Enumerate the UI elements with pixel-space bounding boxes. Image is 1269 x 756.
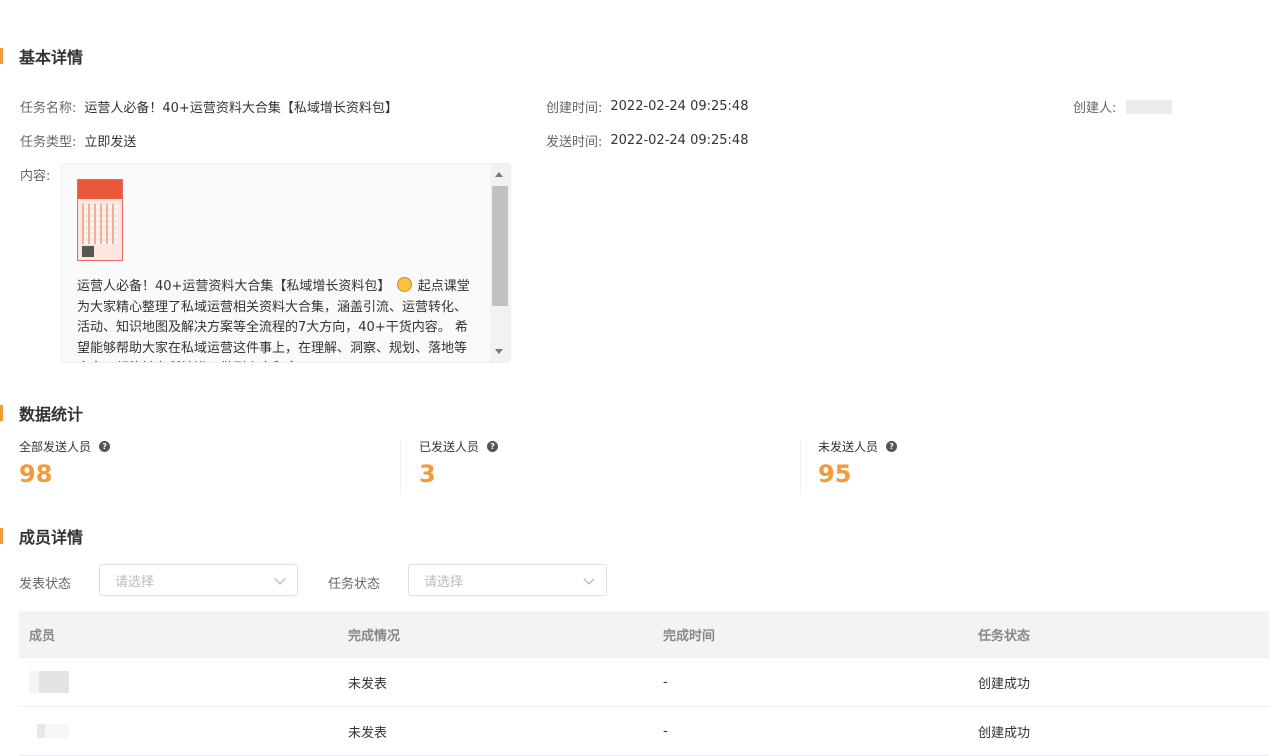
creator-avatar-blur <box>1126 99 1173 114</box>
stat-label-text: 未发送人员 <box>818 440 879 454</box>
stat-value: 95 <box>818 460 852 488</box>
column-header-member: 成员 <box>29 628 56 644</box>
content-inner: 运营人必备！40+运营资料大合集【私域增长资料包】 起点课堂为大家精心整理了私域… <box>77 179 477 362</box>
scroll-up-arrow-icon[interactable] <box>495 172 503 177</box>
created-time-value: 2022-02-24 09:25:48 <box>610 99 749 114</box>
basic-info-section-title: 基本详情 <box>0 46 84 67</box>
section-title-text: 成员详情 <box>19 528 84 547</box>
stat-unsent-recipients: 未发送人员 ? 95 <box>818 438 898 496</box>
time-cell: - <box>663 674 668 690</box>
task-status-select[interactable]: 请选择 <box>408 564 607 596</box>
column-header-status: 任务状态 <box>978 628 1031 644</box>
section-title-text: 基本详情 <box>19 48 84 67</box>
task-name-value: 运营人必备！40+运营资料大合集【私域增长资料包】 <box>84 101 398 116</box>
column-header-completion: 完成情况 <box>348 628 401 644</box>
creator-label: 创建人: <box>1073 101 1117 116</box>
stat-divider <box>400 440 401 494</box>
stat-label: 全部发送人员 ? <box>19 438 111 455</box>
table-row[interactable]: 未发表 - 创建成功 <box>19 707 1269 756</box>
publish-status-select[interactable]: 请选择 <box>99 564 298 596</box>
members-section-title: 成员详情 <box>0 526 84 547</box>
content-field: 内容: <box>20 165 50 184</box>
member-cell <box>19 671 338 693</box>
send-time-field: 发送时间: 2022-02-24 09:25:48 <box>546 131 748 150</box>
select-placeholder: 请选择 <box>424 574 464 590</box>
member-cell <box>19 724 338 738</box>
creator-field: 创建人: <box>1073 97 1173 116</box>
completion-cell: 未发表 <box>348 725 388 741</box>
stat-label: 未发送人员 ? <box>818 438 898 455</box>
stat-label: 已发送人员 ? <box>419 438 499 455</box>
scrollbar-thumb[interactable] <box>492 186 508 306</box>
help-icon[interactable]: ? <box>487 441 499 452</box>
task-name-field: 任务名称: 运营人必备！40+运营资料大合集【私域增长资料包】 <box>20 97 398 116</box>
task-name-label: 任务名称: <box>20 101 77 116</box>
send-time-label: 发送时间: <box>546 135 603 150</box>
table-row[interactable]: 未发表 - 创建成功 <box>19 658 1269 707</box>
member-avatar-blur <box>29 724 69 738</box>
content-label: 内容: <box>20 169 51 184</box>
smile-emoji-icon <box>396 277 412 292</box>
publish-status-filter-label: 发表状态 <box>19 577 72 592</box>
content-text-line1: 运营人必备！40+运营资料大合集【私域增长资料包】 <box>77 279 391 294</box>
table-header: 成员 完成情况 完成时间 任务状态 <box>19 611 1269 658</box>
column-header-time: 完成时间 <box>663 628 716 644</box>
members-table: 成员 完成情况 完成时间 任务状态 未发表 - 创建成功 未发表 - 创建成功 <box>19 611 1269 756</box>
completion-cell: 未发表 <box>348 676 388 692</box>
content-scrollbar[interactable] <box>490 164 510 362</box>
stat-value: 3 <box>419 460 436 488</box>
section-title-text: 数据统计 <box>19 405 84 424</box>
scroll-down-arrow-icon[interactable] <box>495 349 503 354</box>
stats-section-title: 数据统计 <box>0 403 84 424</box>
task-type-value: 立即发送 <box>84 135 137 150</box>
created-time-label: 创建时间: <box>546 101 603 116</box>
content-preview-box[interactable]: 运营人必备！40+运营资料大合集【私域增长资料包】 起点课堂为大家精心整理了私域… <box>61 163 511 363</box>
stat-value: 98 <box>19 460 53 488</box>
section-accent-bar <box>0 405 3 421</box>
stat-sent-recipients: 已发送人员 ? 3 <box>419 438 499 496</box>
time-cell: - <box>663 723 668 739</box>
section-accent-bar <box>0 528 3 544</box>
task-type-label: 任务类型: <box>20 135 77 150</box>
poster-pattern <box>82 204 118 244</box>
stat-label-text: 已发送人员 <box>419 440 480 454</box>
task-status-filter-label: 任务状态 <box>328 577 381 592</box>
help-icon[interactable]: ? <box>886 441 898 452</box>
status-cell: 创建成功 <box>978 676 1031 692</box>
status-cell: 创建成功 <box>978 725 1031 741</box>
chevron-down-icon <box>274 573 286 585</box>
stat-label-text: 全部发送人员 <box>19 440 92 454</box>
poster-qr-code <box>82 246 94 257</box>
stat-divider <box>800 440 801 494</box>
content-poster-image[interactable] <box>77 179 123 261</box>
task-type-field: 任务类型: 立即发送 <box>20 131 136 150</box>
stat-all-recipients: 全部发送人员 ? 98 <box>19 438 111 496</box>
select-placeholder: 请选择 <box>115 574 155 590</box>
chevron-down-icon <box>583 573 595 585</box>
help-icon[interactable]: ? <box>99 441 111 452</box>
member-avatar-blur <box>29 671 69 693</box>
created-time-field: 创建时间: 2022-02-24 09:25:48 <box>546 97 748 116</box>
section-accent-bar <box>0 48 3 64</box>
send-time-value: 2022-02-24 09:25:48 <box>610 133 749 148</box>
content-text: 运营人必备！40+运营资料大合集【私域增长资料包】 起点课堂为大家精心整理了私域… <box>77 277 475 362</box>
